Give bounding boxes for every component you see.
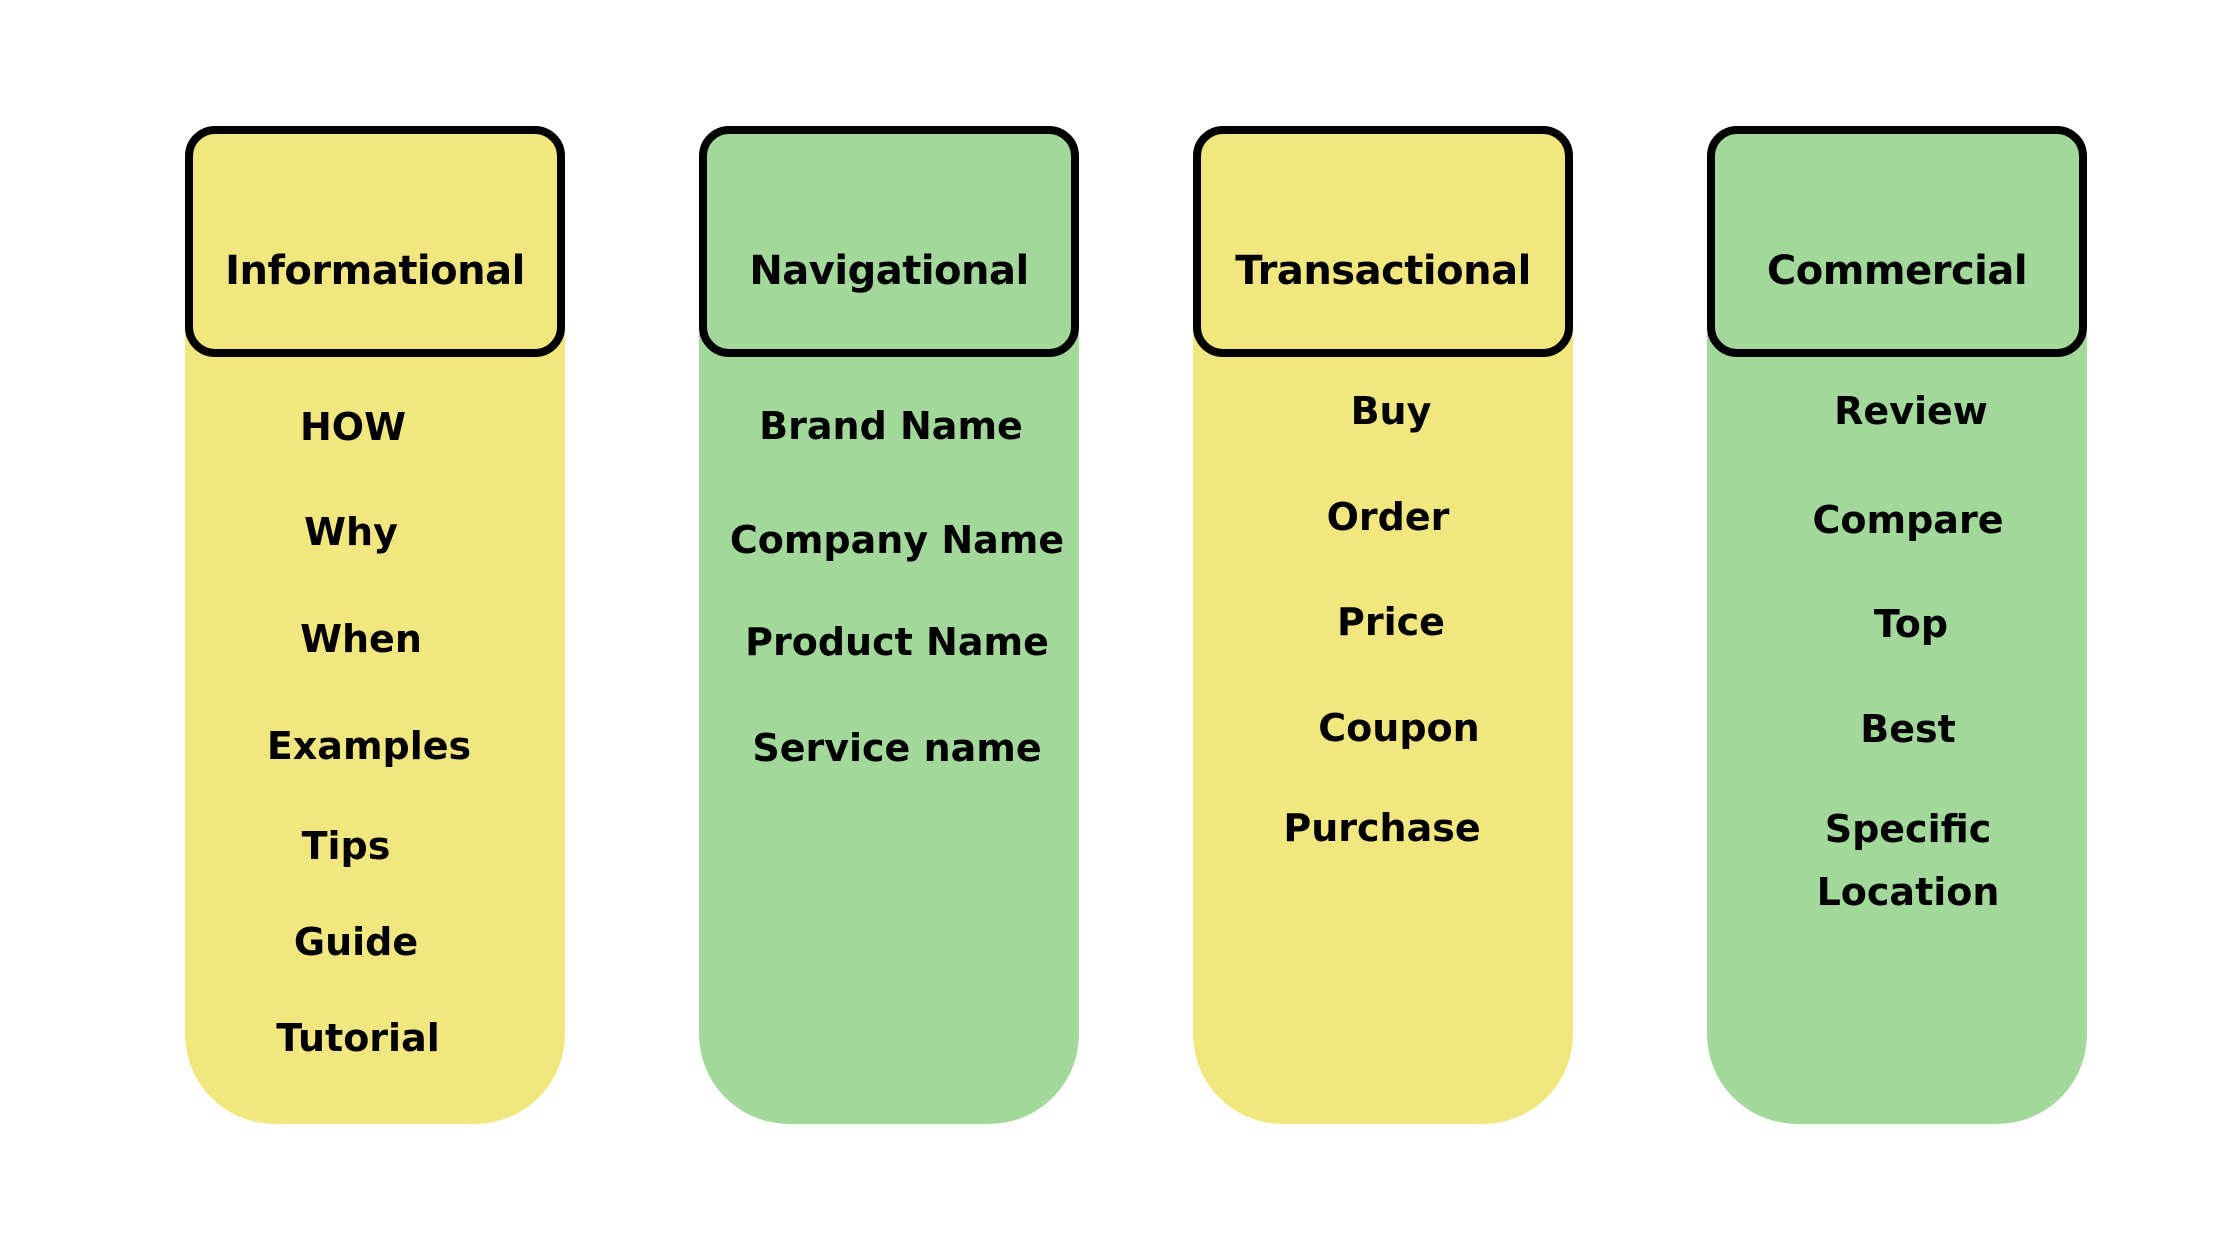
- column-title: Navigational: [749, 247, 1029, 294]
- list-item: Brand Name: [759, 404, 1023, 448]
- list-item: HOW: [299, 405, 407, 449]
- list-item: Price: [1337, 600, 1445, 644]
- column-commercial: Commercial Review Compare Top Best Speci…: [1707, 126, 2087, 1124]
- list-item: Purchase: [1283, 806, 1481, 850]
- list-item: Why: [304, 510, 398, 554]
- column-title: Commercial: [1766, 247, 2028, 294]
- column-header-box: Navigational: [699, 126, 1079, 357]
- column-header-box: Commercial: [1707, 126, 2087, 357]
- list-item: Location: [1816, 870, 2000, 914]
- list-item: When: [300, 617, 422, 661]
- list-item: Examples: [266, 724, 472, 768]
- list-item: Best: [1860, 707, 1956, 751]
- list-item: Specific: [1824, 807, 1992, 851]
- list-item: Top: [1873, 602, 1949, 646]
- list-item: Tips: [301, 824, 391, 868]
- list-item: Coupon: [1318, 706, 1480, 750]
- column-transactional: Transactional Buy Order Price Coupon Pur…: [1193, 126, 1573, 1124]
- column-fill: [1193, 242, 1573, 1124]
- list-item: Compare: [1812, 498, 2004, 542]
- column-navigational: Navigational Brand Name Company Name Pro…: [699, 126, 1079, 1124]
- column-header-box: Transactional: [1193, 126, 1573, 357]
- list-item: Guide: [293, 920, 419, 964]
- list-item: Tutorial: [276, 1016, 440, 1060]
- column-title: Transactional: [1235, 247, 1531, 294]
- column-informational: Informational HOW Why When Examples Tips…: [185, 126, 565, 1124]
- list-item: Company Name: [729, 518, 1065, 562]
- list-item: Buy: [1350, 389, 1432, 433]
- column-title: Informational: [225, 247, 525, 294]
- column-fill: [185, 242, 565, 1124]
- list-item: Product Name: [745, 620, 1049, 664]
- column-fill: [699, 242, 1079, 1124]
- list-item: Service name: [752, 726, 1042, 770]
- list-item: Order: [1326, 495, 1450, 539]
- column-fill: [1707, 242, 2087, 1124]
- column-header-box: Informational: [185, 126, 565, 357]
- list-item: Review: [1834, 389, 1988, 433]
